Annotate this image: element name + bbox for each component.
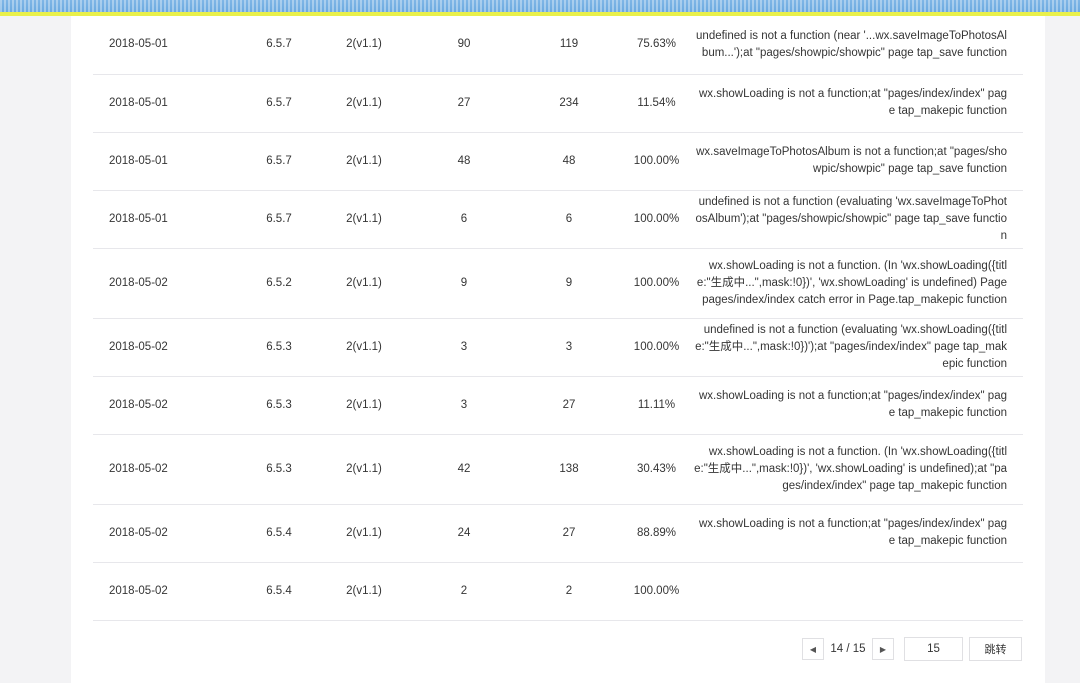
table-row: 2018-05-01 6.5.7 2(v1.1) 90 119 75.63% u… [93,16,1023,75]
content-panel: 2018-05-01 6.5.7 2(v1.1) 90 119 75.63% u… [71,16,1045,683]
error-message-cell: wx.showLoading is not a function;at "pag… [694,504,1023,563]
version-cell: 6.5.4 [239,562,319,621]
date-cell: 2018-05-01 [93,16,239,75]
table-row: 2018-05-02 6.5.3 2(v1.1) 3 3 100.00% und… [93,318,1023,377]
date-cell: 2018-05-02 [93,318,239,377]
count-cell: 2 [409,562,519,621]
percent-cell: 100.00% [619,248,694,319]
count-cell: 48 [409,132,519,191]
table-row: 2018-05-01 6.5.7 2(v1.1) 6 6 100.00% und… [93,190,1023,249]
triangle-left-icon: ◀ [809,644,817,654]
error-message-cell: wx.showLoading is not a function;at "pag… [694,376,1023,435]
top-bar [0,0,1080,12]
error-message-cell: undefined is not a function (evaluating … [694,318,1023,377]
base-lib-cell: 2(v1.1) [319,190,409,249]
version-cell: 6.5.7 [239,132,319,191]
next-page-button[interactable]: ▶ [872,638,894,660]
error-message-cell: undefined is not a function (near '...wx… [694,16,1023,75]
date-cell: 2018-05-02 [93,562,239,621]
percent-cell: 100.00% [619,190,694,249]
error-message-cell: wx.showLoading is not a function. (In 'w… [694,248,1023,319]
percent-cell: 11.54% [619,74,694,133]
base-lib-cell: 2(v1.1) [319,248,409,319]
version-cell: 6.5.3 [239,434,319,505]
page-indicator: 14 / 15 [830,643,866,655]
percent-cell: 88.89% [619,504,694,563]
total-cell: 3 [519,318,619,377]
table-row: 2018-05-02 6.5.3 2(v1.1) 42 138 30.43% w… [93,434,1023,505]
base-lib-cell: 2(v1.1) [319,562,409,621]
triangle-right-icon: ▶ [879,644,887,654]
percent-cell: 100.00% [619,132,694,191]
table-row: 2018-05-02 6.5.2 2(v1.1) 9 9 100.00% wx.… [93,248,1023,319]
count-cell: 27 [409,74,519,133]
percent-cell: 11.11% [619,376,694,435]
total-cell: 234 [519,74,619,133]
error-stats-table: 2018-05-01 6.5.7 2(v1.1) 90 119 75.63% u… [93,16,1023,621]
base-lib-cell: 2(v1.1) [319,504,409,563]
table-row: 2018-05-02 6.5.4 2(v1.1) 2 2 100.00% [93,562,1023,621]
jump-button[interactable]: 跳转 [969,637,1022,661]
total-cell: 48 [519,132,619,191]
date-cell: 2018-05-02 [93,434,239,505]
version-cell: 6.5.7 [239,190,319,249]
count-cell: 6 [409,190,519,249]
count-cell: 9 [409,248,519,319]
version-cell: 6.5.2 [239,248,319,319]
percent-cell: 75.63% [619,16,694,75]
version-cell: 6.5.3 [239,318,319,377]
prev-page-button[interactable]: ◀ [802,638,824,660]
version-cell: 6.5.7 [239,16,319,75]
error-message-cell: wx.showLoading is not a function;at "pag… [694,74,1023,133]
base-lib-cell: 2(v1.1) [319,376,409,435]
version-cell: 6.5.7 [239,74,319,133]
base-lib-cell: 2(v1.1) [319,318,409,377]
total-cell: 6 [519,190,619,249]
count-cell: 24 [409,504,519,563]
base-lib-cell: 2(v1.1) [319,434,409,505]
error-message-cell [694,562,1023,621]
count-cell: 3 [409,318,519,377]
error-message-cell: wx.saveImageToPhotosAlbum is not a funct… [694,132,1023,191]
percent-cell: 100.00% [619,318,694,377]
total-cell: 27 [519,376,619,435]
base-lib-cell: 2(v1.1) [319,74,409,133]
error-message-cell: undefined is not a function (evaluating … [694,190,1023,249]
total-cell: 2 [519,562,619,621]
total-cell: 119 [519,16,619,75]
date-cell: 2018-05-02 [93,248,239,319]
date-cell: 2018-05-02 [93,376,239,435]
version-cell: 6.5.4 [239,504,319,563]
jump-page-input[interactable] [904,637,963,661]
base-lib-cell: 2(v1.1) [319,16,409,75]
version-cell: 6.5.3 [239,376,319,435]
count-cell: 90 [409,16,519,75]
table-row: 2018-05-02 6.5.3 2(v1.1) 3 27 11.11% wx.… [93,376,1023,435]
table-row: 2018-05-01 6.5.7 2(v1.1) 27 234 11.54% w… [93,74,1023,133]
table-row: 2018-05-01 6.5.7 2(v1.1) 48 48 100.00% w… [93,132,1023,191]
total-cell: 9 [519,248,619,319]
total-cell: 138 [519,434,619,505]
total-cell: 27 [519,504,619,563]
base-lib-cell: 2(v1.1) [319,132,409,191]
table-row: 2018-05-02 6.5.4 2(v1.1) 24 27 88.89% wx… [93,504,1023,563]
error-message-cell: wx.showLoading is not a function. (In 'w… [694,434,1023,505]
count-cell: 42 [409,434,519,505]
pagination: ◀ 14 / 15 ▶ 跳转 [802,637,1022,661]
percent-cell: 30.43% [619,434,694,505]
count-cell: 3 [409,376,519,435]
date-cell: 2018-05-01 [93,132,239,191]
date-cell: 2018-05-02 [93,504,239,563]
date-cell: 2018-05-01 [93,190,239,249]
date-cell: 2018-05-01 [93,74,239,133]
percent-cell: 100.00% [619,562,694,621]
